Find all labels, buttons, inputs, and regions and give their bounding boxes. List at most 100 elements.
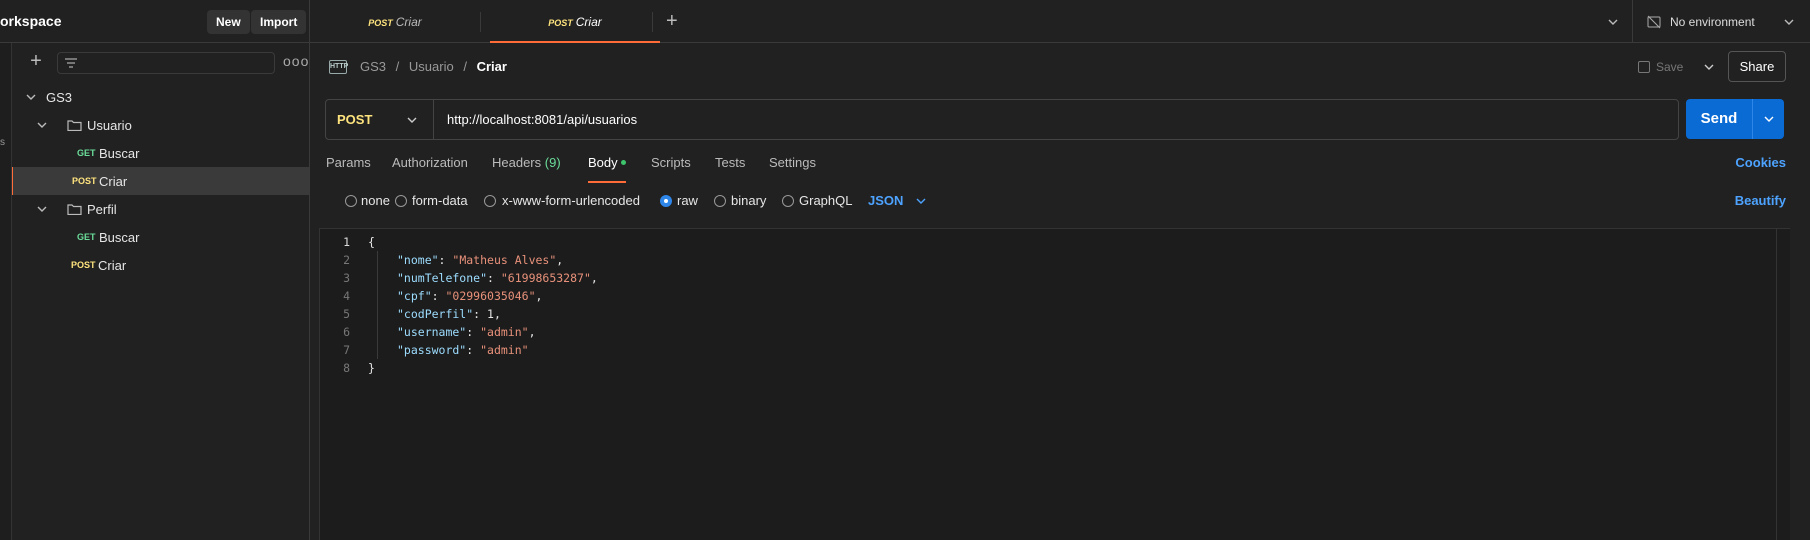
line-number: 4: [343, 289, 350, 303]
json-value: "admin": [480, 325, 529, 339]
breadcrumb-separator: /: [463, 59, 467, 74]
save-button[interactable]: Save: [1638, 54, 1683, 80]
request-label: Buscar: [99, 230, 140, 245]
save-icon: [1638, 61, 1650, 73]
radio-graphql-label[interactable]: GraphQL: [799, 193, 852, 208]
method-badge: POST: [72, 176, 97, 186]
url-input[interactable]: [434, 100, 1678, 139]
tab-headers[interactable]: Headers (9): [492, 155, 561, 183]
no-environment-icon: [1647, 15, 1661, 29]
filter-icon: [65, 58, 77, 68]
json-key: "password": [397, 343, 467, 357]
send-button[interactable]: Send: [1686, 99, 1784, 139]
tree-request-buscar[interactable]: GET Buscar: [12, 139, 310, 167]
json-colon: :: [431, 289, 446, 303]
breadcrumb: GS3 / Usuario / Criar: [360, 59, 507, 74]
line-number: 5: [343, 307, 350, 321]
format-select[interactable]: JSON: [868, 193, 903, 208]
chevron-down-icon[interactable]: [1607, 16, 1619, 28]
method-select[interactable]: POST: [326, 100, 434, 139]
json-comma: ,: [535, 289, 543, 303]
chevron-down-icon[interactable]: [915, 195, 927, 207]
request-label: Criar: [98, 258, 127, 273]
radio-none[interactable]: [345, 195, 357, 207]
chevron-down-icon: [1784, 19, 1794, 25]
beautify-button[interactable]: Beautify: [1735, 193, 1786, 208]
code-editor[interactable]: 1 { 2 "nome": "Matheus Alves", 3 "numTelefo…: [319, 228, 1790, 540]
radio-binary[interactable]: [714, 195, 726, 207]
request-tab-active[interactable]: POST Criar: [490, 0, 660, 43]
tree-request-criar[interactable]: POST Criar: [10, 167, 310, 195]
json-colon: :: [473, 307, 488, 321]
json-colon: :: [487, 271, 501, 285]
request-tab[interactable]: POST Criar: [310, 0, 480, 43]
new-tab-icon[interactable]: +: [666, 10, 678, 33]
tree-folder-usuario[interactable]: Usuario: [12, 111, 310, 139]
tab-params[interactable]: Params: [326, 155, 371, 183]
more-options-icon[interactable]: ooo: [283, 53, 309, 69]
filter-input[interactable]: [57, 52, 275, 74]
chevron-down-icon[interactable]: [1763, 113, 1775, 125]
new-button[interactable]: New: [207, 10, 250, 34]
chevron-down-icon: [26, 94, 36, 100]
collection-label: GS3: [46, 90, 73, 105]
method-badge: GET: [77, 232, 96, 242]
line-number: 7: [343, 343, 350, 357]
tab-divider: [652, 12, 653, 32]
json-comma: ,: [556, 253, 564, 267]
radio-form-data[interactable]: [395, 195, 407, 207]
chevron-down-icon: [407, 117, 417, 123]
json-key: "numTelefone": [397, 271, 488, 285]
radio-raw-label[interactable]: raw: [677, 193, 698, 208]
editor-scrollbar[interactable]: [1776, 229, 1790, 540]
radio-form-data-label[interactable]: form-data: [412, 193, 468, 208]
tab-scripts[interactable]: Scripts: [651, 155, 691, 183]
json-key: "nome": [397, 253, 439, 267]
rail-glyph: s: [0, 137, 5, 148]
sidebar: orkspace New Import + ooo GS3 Usuario GE…: [0, 0, 310, 540]
method-select-label: POST: [337, 112, 373, 127]
json-comma: ,: [493, 307, 501, 321]
http-icon: HTTP: [329, 60, 348, 74]
tree-collection-gs3[interactable]: GS3: [12, 83, 310, 111]
left-rail: s: [0, 43, 12, 540]
workspace-title[interactable]: orkspace: [0, 13, 61, 29]
json-value: 1: [487, 307, 494, 321]
radio-urlencoded[interactable]: [484, 195, 496, 207]
tab-settings[interactable]: Settings: [769, 155, 816, 183]
json-value: "61998653287": [500, 271, 591, 285]
radio-none-label[interactable]: none: [361, 193, 390, 208]
request-label: Buscar: [99, 146, 140, 161]
chevron-down-icon: [37, 122, 47, 128]
send-label: Send: [1700, 110, 1738, 127]
add-icon[interactable]: +: [25, 51, 47, 73]
import-button[interactable]: Import: [251, 10, 307, 34]
breadcrumb-current[interactable]: Criar: [477, 59, 507, 74]
tree-request-buscar[interactable]: GET Buscar: [12, 223, 310, 251]
tab-authorization[interactable]: Authorization: [392, 155, 468, 183]
chevron-down-icon[interactable]: [1703, 61, 1715, 73]
radio-urlencoded-label[interactable]: x-www-form-urlencoded: [502, 193, 640, 208]
request-panel: HTTP GS3 / Usuario / Criar Save Share PO…: [310, 43, 1810, 540]
radio-raw[interactable]: [660, 195, 672, 207]
environment-selector[interactable]: No environment: [1632, 0, 1810, 43]
request-tabs: Params Authorization Headers (9) Body Sc…: [326, 153, 1786, 183]
tab-body[interactable]: Body: [588, 155, 626, 183]
code-text: }: [368, 361, 375, 375]
json-key: "codPerfil": [397, 307, 474, 321]
json-colon: :: [466, 343, 481, 357]
folder-icon: [67, 120, 82, 131]
code-text: {: [368, 235, 375, 249]
radio-binary-label[interactable]: binary: [731, 193, 766, 208]
method-badge: POST: [71, 260, 96, 270]
json-colon: :: [438, 253, 453, 267]
radio-graphql[interactable]: [782, 195, 794, 207]
breadcrumb-collection[interactable]: GS3: [360, 59, 386, 74]
line-number: 3: [343, 271, 350, 285]
breadcrumb-folder[interactable]: Usuario: [409, 59, 454, 74]
cookies-link[interactable]: Cookies: [1735, 155, 1786, 170]
tree-folder-perfil[interactable]: Perfil: [12, 195, 310, 223]
tab-tests[interactable]: Tests: [715, 155, 745, 183]
tree-request-criar[interactable]: POST Criar: [12, 251, 310, 279]
share-button[interactable]: Share: [1728, 51, 1786, 82]
